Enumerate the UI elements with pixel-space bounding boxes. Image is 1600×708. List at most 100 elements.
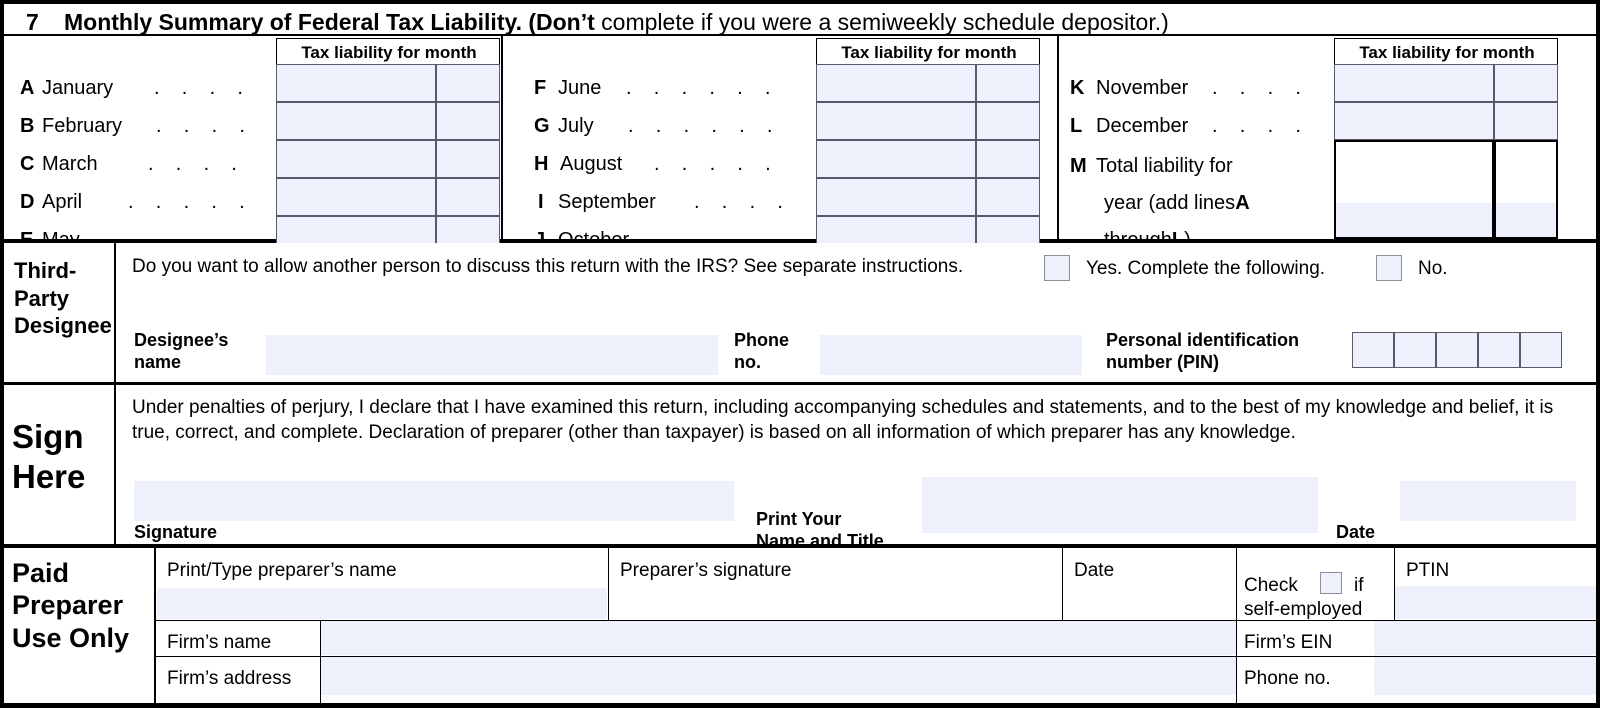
amount-field-g-dollars[interactable] [816, 102, 976, 140]
designee-pin-digit-1[interactable] [1352, 332, 1394, 368]
sign-date-input[interactable] [1400, 481, 1576, 521]
amount-field-b-cents[interactable] [436, 102, 500, 140]
amount-field-l-cents[interactable] [1494, 102, 1558, 140]
monthly-summary-grid: Tax liability for month A January . . . .… [0, 36, 1600, 254]
pp-label-line2: Preparer [12, 590, 124, 621]
amount-field-h-dollars[interactable] [816, 140, 976, 178]
amount-field-f-cents[interactable] [976, 64, 1040, 102]
col1-header-label: Tax liability for month [301, 43, 477, 62]
total-row-line1: M Total liability for [1070, 155, 1233, 178]
pp-label-line1: Paid [12, 558, 70, 588]
signature-input[interactable] [134, 481, 734, 521]
tp-label-line1: Third- [14, 258, 77, 283]
signature-label: Signature [134, 522, 218, 542]
preparer-phone-label: Phone no. [1244, 668, 1331, 689]
firm-ein-input[interactable] [1374, 621, 1596, 655]
dots-k: . . . . [1212, 77, 1301, 99]
third-party-no-label: No. [1418, 258, 1448, 279]
month-name-h: August [560, 153, 623, 175]
designee-phone-input[interactable] [820, 335, 1082, 375]
dots-c: . . . . [148, 153, 237, 175]
firm-address-input[interactable] [321, 657, 1236, 695]
line7-title-dont: Don’t [536, 9, 595, 35]
designee-phone-label-line2: no. [734, 351, 761, 372]
amount-field-i-dollars[interactable] [816, 178, 976, 216]
amount-field-m-dollars-input[interactable] [1336, 203, 1492, 237]
amount-field-d-cents[interactable] [436, 178, 500, 216]
preparer-date-label: Date [1074, 560, 1115, 581]
preparer-phone-input[interactable] [1374, 657, 1596, 695]
amount-field-g-cents[interactable] [976, 102, 1040, 140]
pp-label-line3: Use Only [12, 622, 130, 653]
designee-pin-label-line2: number (PIN) [1106, 351, 1220, 372]
amount-field-m-cents-input[interactable] [1496, 203, 1556, 237]
self-employed-checkbox[interactable] [1320, 572, 1342, 594]
amount-field-c-dollars[interactable] [276, 140, 436, 178]
third-party-no-checkbox[interactable] [1376, 255, 1402, 281]
amount-field-k-dollars[interactable] [1334, 64, 1494, 102]
amount-field-l-dollars[interactable] [1334, 102, 1494, 140]
dots-i: . . . . [694, 191, 783, 213]
line7-number: 7 [26, 9, 39, 35]
amount-field-h-cents[interactable] [976, 140, 1040, 178]
self-employed-label-part1: Check [1244, 575, 1298, 596]
amount-field-a-dollars[interactable] [276, 64, 436, 102]
third-party-yes-checkbox[interactable] [1044, 255, 1070, 281]
designee-name-input[interactable] [266, 335, 718, 375]
third-party-designee-section: Third- Party Designee Do you want to all… [0, 243, 1600, 385]
col1-header-box: Tax liability for month [276, 38, 500, 64]
amount-field-k-cents[interactable] [1494, 64, 1558, 102]
month-name-f: June [558, 77, 602, 99]
month-row-i: I September [538, 191, 656, 214]
dots-g: . . . . . . [628, 115, 773, 137]
ptin-input[interactable] [1395, 586, 1596, 619]
amount-field-f-dollars[interactable] [816, 64, 976, 102]
designee-pin-digit-2[interactable] [1394, 332, 1436, 368]
month-letter-k: K [1070, 77, 1085, 99]
dots-f: . . . . . . [626, 77, 771, 99]
ptin-label: PTIN [1406, 560, 1450, 581]
tp-label-line3: Designee [14, 313, 112, 339]
designee-pin-digit-3[interactable] [1436, 332, 1478, 368]
month-letter-b: B [20, 115, 35, 137]
month-letter-g: G [534, 115, 550, 137]
line7-title-part2: complete if you were a semiweekly schedu… [594, 9, 1169, 35]
sign-here-label: Sign Here [12, 417, 112, 498]
self-employed-label-part3: self-employed [1244, 599, 1363, 620]
amount-field-i-cents[interactable] [976, 178, 1040, 216]
panel-separator-2 [1057, 36, 1059, 239]
paid-preparer-label: Paid Preparer Use Only [12, 557, 152, 654]
amount-field-m-cents[interactable] [1494, 140, 1558, 239]
month-row-l: L December [1070, 115, 1188, 138]
tp-label-line2: Party [14, 285, 70, 311]
designee-phone-label: Phone no. [734, 330, 789, 374]
preparer-name-input[interactable] [157, 588, 607, 619]
designee-pin-label: Personal identification number (PIN) [1106, 330, 1299, 374]
amount-field-c-cents[interactable] [436, 140, 500, 178]
preparer-signature-input[interactable] [609, 588, 1061, 619]
dots-b: . . . . [156, 115, 245, 137]
amount-field-d-dollars[interactable] [276, 178, 436, 216]
col2-header-box: Tax liability for month [816, 38, 1040, 64]
preparer-signature-label: Preparer’s signature [620, 560, 792, 581]
third-party-divider [114, 243, 116, 382]
amount-field-a-cents[interactable] [436, 64, 500, 102]
amount-field-m-dollars[interactable] [1334, 140, 1494, 239]
month-row-d: D April [20, 191, 82, 214]
sign-here-label-line1: Sign [12, 418, 84, 455]
amount-field-b-dollars[interactable] [276, 102, 436, 140]
designee-pin-digit-5[interactable] [1520, 332, 1562, 368]
month-name-g: July [558, 115, 594, 137]
dots-d: . . . . . [128, 191, 245, 213]
print-name-label-line1: Print Your [756, 509, 842, 529]
total-label-line2-pre: year (add lines [1104, 192, 1236, 214]
designee-name-label-line1: Designee’s [134, 330, 229, 350]
preparer-date-input[interactable] [1063, 588, 1235, 619]
month-name-b: February [42, 115, 123, 137]
print-name-title-input[interactable] [922, 477, 1318, 533]
firm-name-input[interactable] [321, 621, 1236, 655]
designee-pin-digit-4[interactable] [1478, 332, 1520, 368]
print-name-title-label: Print Your Name and Title [756, 509, 884, 553]
third-party-question: Do you want to allow another person to d… [132, 256, 964, 277]
designee-pin-label-line1: Personal identification [1106, 330, 1300, 350]
